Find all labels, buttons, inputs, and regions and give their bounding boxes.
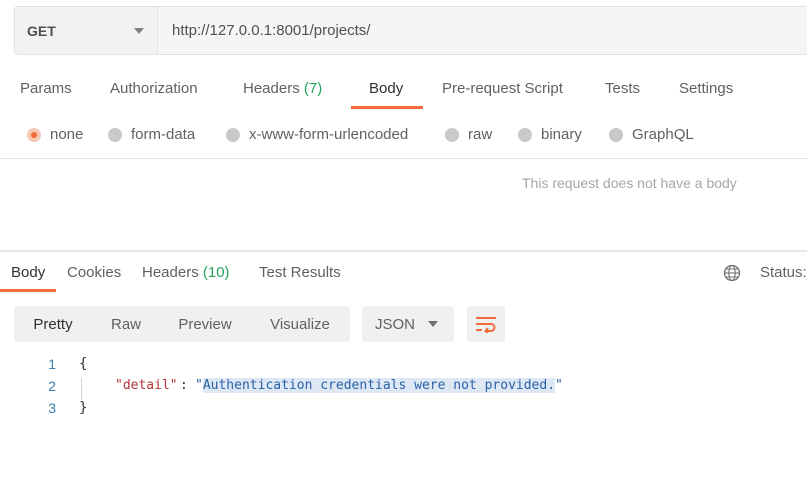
radio-x-www-form-urlencoded[interactable]: x-www-form-urlencoded bbox=[226, 126, 408, 143]
radio-icon bbox=[609, 127, 623, 142]
no-body-message: This request does not have a body bbox=[522, 175, 737, 191]
json-value: "Authentication credentials were not pro… bbox=[195, 378, 563, 393]
response-active-tab-indicator bbox=[0, 289, 56, 292]
radio-icon bbox=[518, 127, 532, 142]
radio-icon bbox=[226, 127, 240, 142]
wrap-lines-button[interactable] bbox=[467, 306, 505, 342]
line-number: 1 bbox=[48, 356, 56, 372]
tab-body[interactable]: Body bbox=[369, 80, 403, 97]
indent-guide bbox=[81, 378, 82, 400]
request-tabs: Params Authorization Headers (7) Body Pr… bbox=[0, 70, 807, 110]
radio-graphql[interactable]: GraphQL bbox=[609, 126, 694, 143]
radio-icon bbox=[108, 127, 122, 142]
status-label: Status: bbox=[760, 264, 807, 281]
response-tab-headers[interactable]: Headers (10) bbox=[142, 264, 230, 281]
json-brace: } bbox=[79, 400, 88, 416]
json-brace: { bbox=[79, 356, 88, 372]
headers-count: (7) bbox=[303, 80, 323, 97]
tab-headers[interactable]: Headers (7) bbox=[243, 80, 322, 97]
line-number: 3 bbox=[48, 400, 56, 416]
tab-params[interactable]: Params bbox=[20, 80, 72, 97]
code-line: 3 } bbox=[0, 400, 807, 422]
url-input[interactable] bbox=[158, 7, 807, 54]
code-line: 1 { bbox=[0, 356, 807, 378]
radio-raw[interactable]: raw bbox=[445, 126, 492, 143]
code-line: 2 "detail" : "Authentication credentials… bbox=[0, 378, 807, 400]
json-key: "detail" bbox=[115, 378, 178, 393]
line-number: 2 bbox=[48, 378, 56, 394]
chevron-down-icon bbox=[428, 321, 438, 327]
response-view-group: Pretty Raw Preview Visualize bbox=[14, 306, 350, 342]
tab-tests[interactable]: Tests bbox=[605, 80, 640, 97]
format-label: JSON bbox=[375, 315, 416, 333]
radio-form-data[interactable]: form-data bbox=[108, 126, 195, 143]
format-select[interactable]: JSON bbox=[362, 306, 454, 342]
response-headers-count: (10) bbox=[202, 264, 230, 281]
radio-binary[interactable]: binary bbox=[518, 126, 582, 143]
response-tab-test-results[interactable]: Test Results bbox=[259, 264, 341, 281]
wrap-lines-icon bbox=[476, 317, 496, 333]
tab-pre-request-script[interactable]: Pre-request Script bbox=[442, 80, 563, 97]
method-select[interactable]: GET bbox=[15, 7, 158, 54]
selected-text: Authentication credentials were not prov… bbox=[202, 378, 556, 393]
divider bbox=[0, 158, 807, 159]
view-visualize-button[interactable]: Visualize bbox=[250, 306, 350, 342]
tab-settings[interactable]: Settings bbox=[679, 80, 733, 97]
view-raw-button[interactable]: Raw bbox=[92, 306, 160, 342]
json-colon: : bbox=[180, 378, 188, 393]
request-url-bar: GET bbox=[14, 6, 807, 55]
radio-none[interactable]: none bbox=[27, 126, 83, 143]
globe-icon[interactable] bbox=[723, 264, 741, 282]
response-tab-cookies[interactable]: Cookies bbox=[67, 264, 121, 281]
radio-icon bbox=[445, 127, 459, 142]
active-tab-indicator bbox=[351, 106, 423, 109]
radio-selected-icon bbox=[27, 127, 41, 142]
method-label: GET bbox=[27, 22, 56, 39]
chevron-down-icon bbox=[134, 27, 144, 34]
response-tab-body[interactable]: Body bbox=[11, 264, 45, 281]
response-divider[interactable] bbox=[0, 250, 807, 252]
view-preview-button[interactable]: Preview bbox=[160, 306, 250, 342]
view-pretty-button[interactable]: Pretty bbox=[14, 306, 92, 342]
tab-authorization[interactable]: Authorization bbox=[110, 80, 198, 97]
body-type-options: none form-data x-www-form-urlencoded raw… bbox=[0, 120, 807, 150]
